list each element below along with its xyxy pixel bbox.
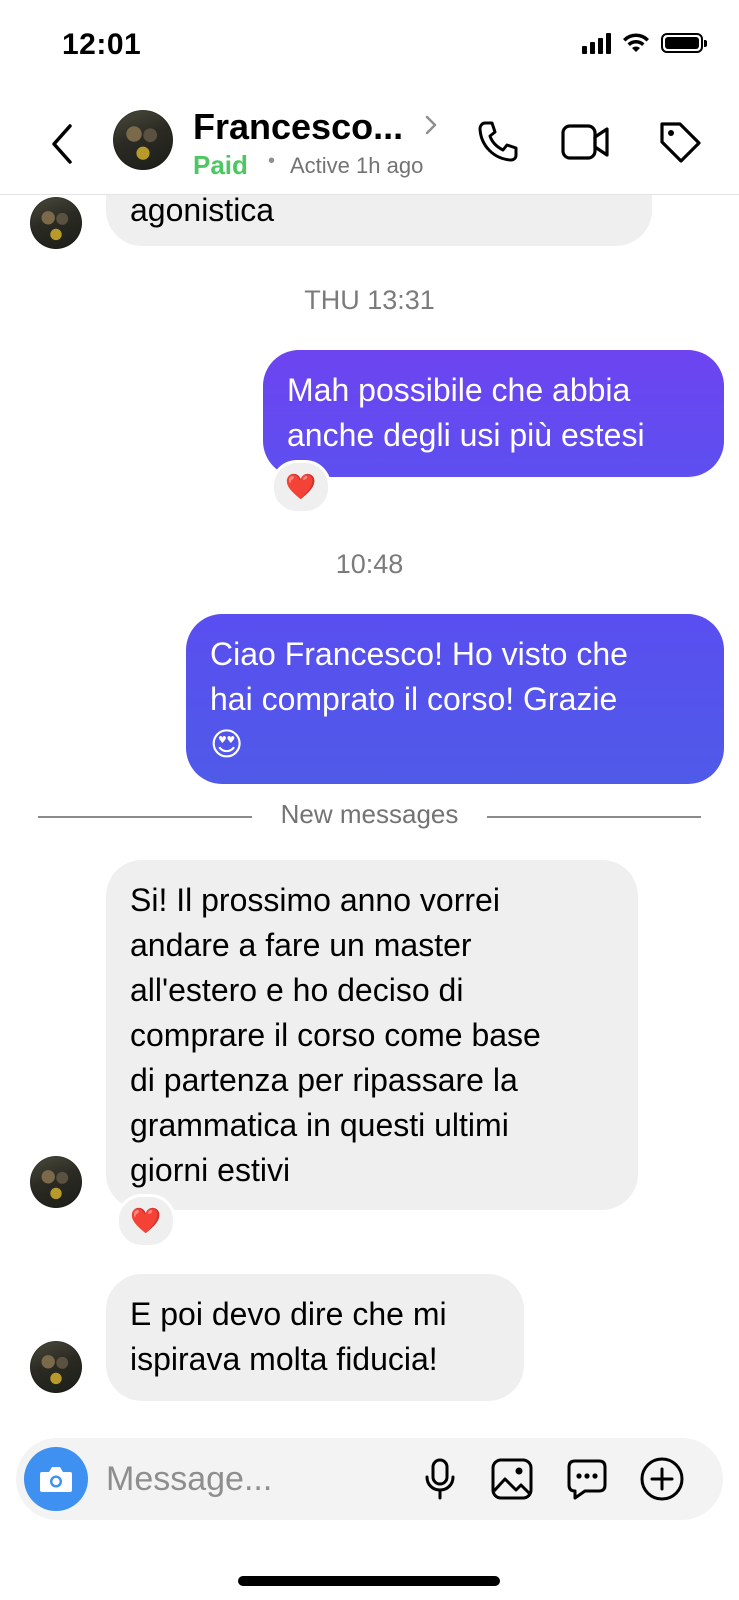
chevron-left-icon — [52, 124, 72, 164]
status-time: 12:01 — [62, 28, 142, 61]
message-line: di partenza per ripassare la — [130, 1062, 518, 1098]
camera-icon — [40, 1467, 72, 1492]
phone-icon — [478, 121, 518, 162]
microphone-icon — [425, 1458, 455, 1500]
chat-header: Francesco... Paid • Active 1h ago — [0, 92, 739, 195]
label-button[interactable] — [654, 116, 706, 168]
home-indicator[interactable] — [238, 1576, 500, 1586]
message-line: Si! Il prossimo anno vorrei — [130, 882, 500, 918]
voice-message-button[interactable] — [416, 1455, 464, 1503]
contact-name[interactable]: Francesco... — [193, 106, 403, 148]
message-line: andare a fare un master — [130, 927, 472, 963]
chat-bubble-icon — [567, 1459, 607, 1500]
paid-badge: Paid — [193, 150, 248, 180]
cellular-signal-icon — [582, 32, 611, 54]
message-text: agonistica — [130, 194, 275, 228]
message-line: ispirava molta fiducia! — [130, 1341, 438, 1377]
message-line: comprare il corso come base — [130, 1017, 541, 1053]
message-line: 😍 — [210, 726, 244, 762]
heart-reaction[interactable]: ❤️ — [116, 1194, 176, 1248]
timestamp: THU 13:31 — [304, 285, 435, 315]
status-icons — [582, 32, 707, 54]
battery-icon — [661, 33, 707, 53]
message-line: anche degli usi più estesi — [287, 417, 645, 453]
message-line: grammatica in questi ultimi — [130, 1107, 509, 1143]
sender-avatar[interactable] — [30, 1156, 82, 1208]
status-bar: 12:01 — [0, 0, 739, 92]
sender-avatar[interactable] — [30, 197, 82, 249]
contact-avatar[interactable] — [113, 110, 173, 170]
outgoing-message[interactable]: Ciao Francesco! Ho visto che hai comprat… — [186, 614, 724, 784]
quick-replies-button[interactable] — [563, 1455, 611, 1503]
sender-avatar[interactable] — [30, 1341, 82, 1393]
message-line: all'estero e ho deciso di — [130, 972, 464, 1008]
camera-button[interactable] — [24, 1447, 88, 1511]
gallery-button[interactable] — [488, 1455, 536, 1503]
message-input[interactable] — [106, 1454, 396, 1504]
video-call-button[interactable] — [560, 116, 612, 168]
incoming-message[interactable]: agonistica — [106, 194, 652, 246]
timestamp: 10:48 — [335, 549, 404, 579]
wifi-icon — [623, 33, 649, 52]
heart-reaction[interactable]: ❤️ — [271, 460, 331, 514]
message-line: E poi devo dire che mi — [130, 1296, 447, 1332]
message-line: Mah possibile che abbia — [287, 372, 631, 408]
chevron-right-icon[interactable] — [424, 114, 438, 136]
message-line: hai comprato il corso! Grazie — [210, 681, 618, 717]
more-options-button[interactable] — [638, 1455, 686, 1503]
back-button[interactable] — [40, 114, 84, 174]
outgoing-message[interactable]: Mah possibile che abbia anche degli usi … — [263, 350, 724, 477]
new-messages-divider: New messages — [280, 799, 459, 829]
message-composer — [16, 1438, 723, 1520]
video-camera-icon — [561, 124, 609, 160]
incoming-message[interactable]: Si! Il prossimo anno vorrei andare a far… — [106, 860, 638, 1210]
audio-call-button[interactable] — [472, 116, 524, 168]
active-status: Active 1h ago — [290, 153, 424, 178]
tag-icon — [660, 122, 701, 163]
message-thread[interactable]: agonistica THU 13:31 Mah possibile che a… — [0, 194, 739, 1438]
image-icon — [491, 1458, 533, 1500]
separator-dot: • — [268, 150, 276, 172]
incoming-message[interactable]: E poi devo dire che mi ispirava molta fi… — [106, 1274, 524, 1401]
message-line: giorni estivi — [130, 1152, 291, 1188]
plus-circle-icon — [640, 1457, 684, 1501]
message-line: Ciao Francesco! Ho visto che — [210, 636, 628, 672]
